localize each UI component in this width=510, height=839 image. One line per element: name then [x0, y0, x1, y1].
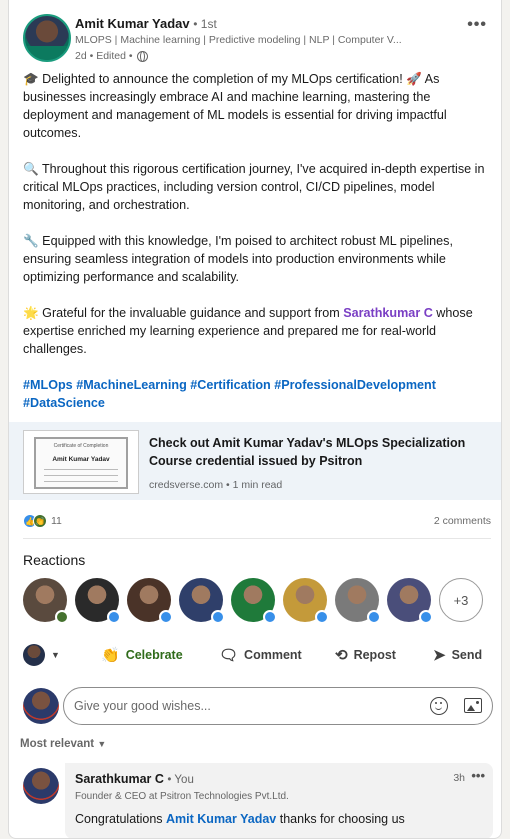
- comment-more-icon[interactable]: •••: [471, 768, 485, 783]
- viewer-avatar: [23, 688, 59, 724]
- commenter-avatar[interactable]: [23, 768, 59, 804]
- comment-label: Comment: [244, 648, 302, 662]
- sort-dropdown[interactable]: Most relevant ▼: [20, 738, 106, 750]
- reactor-avatar[interactable]: [283, 578, 329, 624]
- post-header: Amit Kumar Yadav • 1st MLOPS | Machine l…: [23, 10, 491, 66]
- reactor-avatar[interactable]: [387, 578, 433, 624]
- hashtag-link[interactable]: #Certification: [190, 378, 270, 392]
- comment-box[interactable]: [63, 687, 493, 725]
- celebrate-label: Celebrate: [125, 648, 183, 662]
- reactions-title: Reactions: [23, 552, 86, 568]
- reactor-avatar[interactable]: [127, 578, 173, 624]
- reactor-avatar[interactable]: [179, 578, 225, 624]
- reactor-avatar[interactable]: [75, 578, 121, 624]
- like-badge-icon: [315, 610, 329, 624]
- globe-icon: [136, 50, 148, 62]
- chevron-down-icon[interactable]: ▼: [51, 650, 60, 660]
- like-badge-icon: [107, 610, 121, 624]
- repost-icon: ⟲: [335, 647, 348, 664]
- reactor-avatar[interactable]: [231, 578, 277, 624]
- like-badge-icon: [159, 610, 173, 624]
- comment-button[interactable]: 🗨 Comment: [219, 646, 302, 664]
- reactor-avatar[interactable]: [23, 578, 69, 624]
- send-button[interactable]: ➤ Send: [433, 646, 482, 664]
- author-avatar[interactable]: [23, 14, 71, 62]
- like-badge-icon: [367, 610, 381, 624]
- preview-source: credsverse.com • 1 min read: [149, 479, 283, 491]
- comment-item: Sarathkumar C • You 3h ••• Founder & CEO…: [65, 763, 493, 838]
- comment-icon: 🗨: [219, 647, 239, 664]
- post-card: Amit Kumar Yadav • 1st MLOPS | Machine l…: [8, 0, 502, 839]
- hashtag-link[interactable]: #MachineLearning: [76, 378, 187, 392]
- celebrate-button[interactable]: 👏 Celebrate: [101, 646, 183, 664]
- divider: [23, 538, 491, 539]
- image-icon[interactable]: [464, 698, 482, 713]
- more-options-icon[interactable]: •••: [467, 16, 487, 34]
- like-badge-icon: [211, 610, 225, 624]
- link-preview[interactable]: Certificate of Completion Amit Kumar Yad…: [9, 422, 501, 500]
- social-counts: 👍 👏 11 2 comments: [23, 513, 491, 531]
- chevron-down-icon: ▼: [97, 739, 107, 749]
- post-timestamp: 2d • Edited •: [75, 50, 133, 62]
- comment-text: Congratulations Amit Kumar Yadav thanks …: [75, 812, 405, 826]
- repost-label: Repost: [353, 648, 396, 662]
- connection-degree: • 1st: [193, 17, 217, 31]
- post-paragraph: 🔍 Throughout this rigorous certification…: [23, 162, 485, 212]
- certificate-thumbnail[interactable]: Certificate of Completion Amit Kumar Yad…: [23, 430, 139, 494]
- hashtag-link[interactable]: #DataScience: [23, 396, 105, 410]
- send-label: Send: [451, 648, 483, 662]
- post-body: 🎓 Delighted to announce the completion o…: [23, 70, 493, 412]
- action-bar: ▼ 👏 Celebrate 🗨 Comment ⟲ Repost ➤ Send: [23, 640, 491, 670]
- celebrate-badge-icon: [55, 610, 69, 624]
- send-icon: ➤: [433, 647, 446, 664]
- post-meta: 2d • Edited •: [75, 50, 148, 62]
- mention-link[interactable]: Amit Kumar Yadav: [166, 812, 276, 826]
- mention-link[interactable]: Sarathkumar C: [343, 306, 433, 320]
- repost-button[interactable]: ⟲ Repost: [335, 646, 396, 664]
- gratitude-prefix: 🌟 Grateful for the invaluable guidance a…: [23, 306, 344, 320]
- commenter-name[interactable]: Sarathkumar C: [75, 772, 164, 786]
- reactor-list: +3: [23, 578, 483, 624]
- like-badge-icon: [263, 610, 277, 624]
- sort-label: Most relevant: [20, 738, 95, 750]
- celebrate-icon: 👏: [33, 514, 47, 528]
- post-paragraph: 🎓 Delighted to announce the completion o…: [23, 72, 447, 140]
- commenter-you-badge: • You: [167, 774, 194, 786]
- author-name[interactable]: Amit Kumar Yadav: [75, 16, 190, 31]
- hashtag-link[interactable]: #ProfessionalDevelopment: [274, 378, 436, 392]
- emoji-icon[interactable]: [430, 697, 448, 715]
- reactor-avatar[interactable]: [335, 578, 381, 624]
- hashtag-link[interactable]: #MLOps: [23, 378, 73, 392]
- post-paragraph: 🌟 Grateful for the invaluable guidance a…: [23, 304, 493, 358]
- comment-input[interactable]: [74, 696, 404, 716]
- more-reactors-button[interactable]: +3: [439, 578, 483, 622]
- commenter-headline: Founder & CEO at Psitron Technologies Pv…: [75, 791, 289, 802]
- comments-count[interactable]: 2 comments: [434, 515, 491, 527]
- author-name-line[interactable]: Amit Kumar Yadav • 1st: [75, 16, 217, 31]
- thumbnail-heading: Certificate of Completion: [53, 443, 109, 449]
- hashtags: #MLOps #MachineLearning #Certification #…: [23, 376, 493, 412]
- preview-title[interactable]: Check out Amit Kumar Yadav's MLOps Speci…: [149, 434, 489, 470]
- thumbnail-name: Amit Kumar Yadav: [52, 456, 110, 463]
- author-headline: MLOPS | Machine learning | Predictive mo…: [75, 34, 402, 46]
- reaction-count[interactable]: 11: [51, 515, 62, 527]
- actor-avatar[interactable]: [23, 644, 45, 666]
- celebrate-icon: 👏: [101, 647, 120, 664]
- comment-text-suffix: thanks for choosing us: [276, 812, 405, 826]
- comment-text-prefix: Congratulations: [75, 812, 167, 826]
- reaction-icons[interactable]: 👍 👏: [23, 514, 47, 528]
- post-paragraph: 🔧 Equipped with this knowledge, I'm pois…: [23, 234, 453, 284]
- commenter-name-line[interactable]: Sarathkumar C • You: [75, 772, 194, 786]
- comment-time: 3h: [453, 772, 465, 784]
- like-badge-icon: [419, 610, 433, 624]
